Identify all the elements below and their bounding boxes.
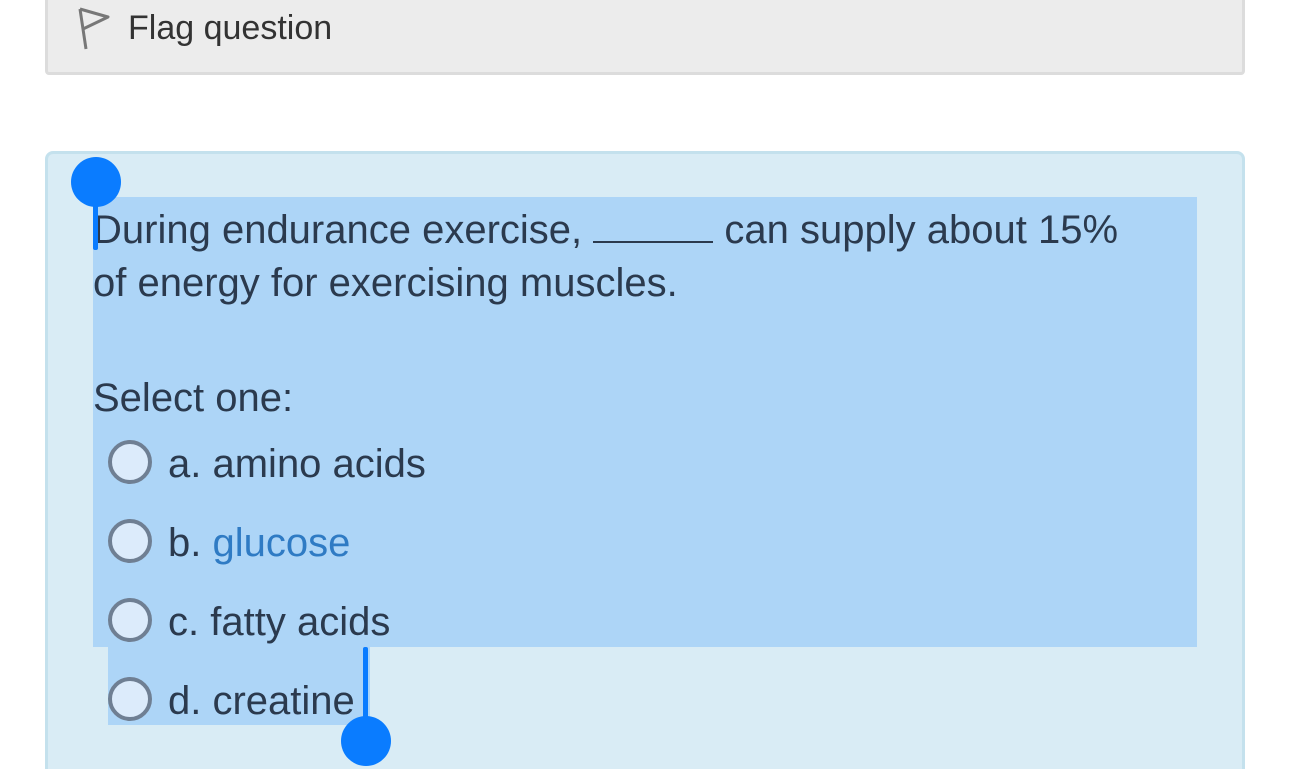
flag-question-label[interactable]: Flag question: [128, 9, 332, 48]
question-text-line2: of energy for exercising muscles.: [93, 261, 678, 305]
selection-end-handle[interactable]: [341, 716, 391, 766]
radio-button-d[interactable]: [108, 677, 152, 721]
question-blank: [593, 209, 714, 243]
question-text: During endurance exercise, can supply ab…: [93, 204, 1193, 310]
radio-button-a[interactable]: [108, 440, 152, 484]
quiz-page: Flag question During endurance exercise,…: [0, 0, 1290, 769]
glossary-link-glucose[interactable]: glucose: [212, 521, 350, 565]
question-text-before: During endurance exercise,: [93, 208, 583, 252]
selection-start-handle[interactable]: [71, 157, 121, 207]
flag-icon[interactable]: [74, 7, 112, 51]
flag-question-bar[interactable]: Flag question: [45, 0, 1245, 75]
radio-button-c[interactable]: [108, 598, 152, 642]
option-c-label: c. fatty acids: [168, 600, 391, 644]
selection-start-caret: [93, 205, 98, 250]
question-text-after: can supply about 15%: [724, 208, 1119, 252]
select-one-prompt: Select one:: [93, 376, 294, 420]
selection-end-caret: [363, 647, 368, 725]
option-b-label: b. glucose: [168, 521, 351, 565]
option-a-label: a. amino acids: [168, 442, 426, 486]
radio-button-b[interactable]: [108, 519, 152, 563]
option-d-label: d. creatine: [168, 679, 355, 723]
